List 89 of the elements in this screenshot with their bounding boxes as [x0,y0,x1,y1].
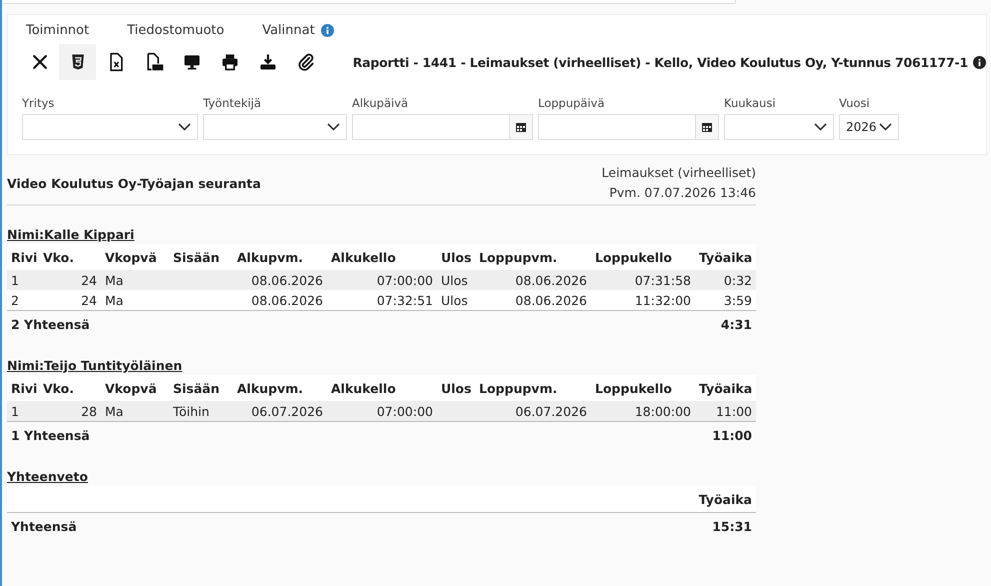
employee-name: Nimi:Teijo Tuntityöläinen [7,358,182,373]
total-value: 15:31 [668,512,756,539]
table-cell: 08.06.2026 [475,270,591,290]
table-cell: Ma [101,401,169,422]
table-cell: Ulos [437,290,475,310]
table-cell: 08.06.2026 [233,290,327,310]
info-icon [320,24,334,37]
table-cell: Töihin [169,401,233,422]
table-cell: 08.06.2026 [233,270,327,290]
calendar-icon [702,122,712,132]
menu-tab[interactable]: Tiedostomuoto [127,21,224,40]
table-cell: 1 [7,270,39,290]
field-label: Alkupäivä [352,96,410,110]
column-header: Rivi [7,244,39,270]
toolbar-button[interactable] [59,44,96,80]
column-header: Sisään [169,375,233,401]
table-cell: 18:00:00 [591,401,695,422]
total-value: 11:00 [695,422,756,448]
download-icon [258,52,278,72]
table-cell: 11:32:00 [591,290,695,310]
field-label: Yritys [22,96,56,110]
paperclip-icon [296,52,316,72]
field-label: Loppupäivä [538,96,606,110]
field-label: Vuosi [839,96,871,110]
table-cell: 3:59 [695,290,756,310]
column-header: Alkupvm. [233,375,327,401]
table-cell: 06.07.2026 [233,401,327,422]
table-cell: 28 [39,401,101,422]
column-header: Vkopvä [101,244,169,270]
date-field[interactable] [538,114,695,140]
column-header: Työaika [695,375,756,401]
column-header: Alkupvm. [233,244,327,270]
column-header: Vko. [39,244,101,270]
column-header: Loppukello [591,375,695,401]
table-cell: Ma [101,270,169,290]
column-header: Työaika [695,244,756,270]
date-field[interactable] [352,114,509,140]
calendar-icon [516,122,526,132]
total-value: 4:31 [695,310,756,337]
chevron-down-icon [814,123,827,131]
report-heading: Video Koulutus Oy-Työajan seuranta [7,176,261,190]
report-info: Pvm. 07.07.2026 13:46 [609,184,756,202]
menu-tab[interactable]: Valinnat [262,21,334,40]
chevron-down-icon [327,123,340,131]
menu-tab[interactable]: Toiminnot [26,21,90,40]
column-header: Vkopvä [101,375,169,401]
report-info: Leimaukset (virheelliset) [602,164,756,182]
total-label: Yhteensä [7,512,668,539]
table-cell: 07:00:00 [327,270,437,290]
total-label: 1 Yhteensä [7,422,169,448]
table-cell: 24 [39,290,101,310]
summary-heading: Yhteenveto [7,469,88,484]
chevron-down-icon [178,123,191,131]
column-header: Rivi [7,375,39,401]
table-cell: Ma [101,290,169,310]
field-label: Kuukausi [724,96,777,110]
total-label: 2 Yhteensä [7,310,169,337]
table-cell: 07:32:51 [327,290,437,310]
table-cell: 07:00:00 [327,401,437,422]
table-cell: 08.06.2026 [475,290,591,310]
column-header: Vko. [39,375,101,401]
table-cell: Ulos [437,270,475,290]
calendar-button[interactable] [509,114,533,140]
column-header: Ulos [437,375,475,401]
table-cell: 0:32 [695,270,756,290]
dropdown-field[interactable] [724,114,834,140]
column-header: Sisään [169,244,233,270]
column-header: Alkukello [327,375,437,401]
table-cell: 11:00 [695,401,756,422]
chevron-down-icon [879,123,892,131]
dropdown-field[interactable]: 2026 [839,114,899,140]
report-title: Raportti - 1441 - Leimaukset (virheelliset) - Kello, Video Koulutus Oy, Y-tunnus 7061177-1 [352,54,968,70]
printer-icon [220,52,240,72]
table-cell: 24 [39,270,101,290]
field-label: Työntekijä [203,96,262,110]
column-header: Ulos [437,244,475,270]
column-header: Alkukello [327,244,437,270]
table-cell: 2 [7,290,39,310]
table-cell: 06.07.2026 [475,401,591,422]
column-header: Loppupvm. [475,244,591,270]
employee-name: Nimi:Kalle Kippari [7,227,134,242]
table-cell: 1 [7,401,39,422]
column-header: Loppukello [591,244,695,270]
calendar-button[interactable] [695,114,719,140]
column-header: Loppupvm. [475,375,591,401]
column-header: Työaika [668,486,756,512]
table-cell: 07:31:58 [591,270,695,290]
dropdown-field[interactable] [203,114,347,140]
dropdown-field[interactable] [22,114,198,140]
